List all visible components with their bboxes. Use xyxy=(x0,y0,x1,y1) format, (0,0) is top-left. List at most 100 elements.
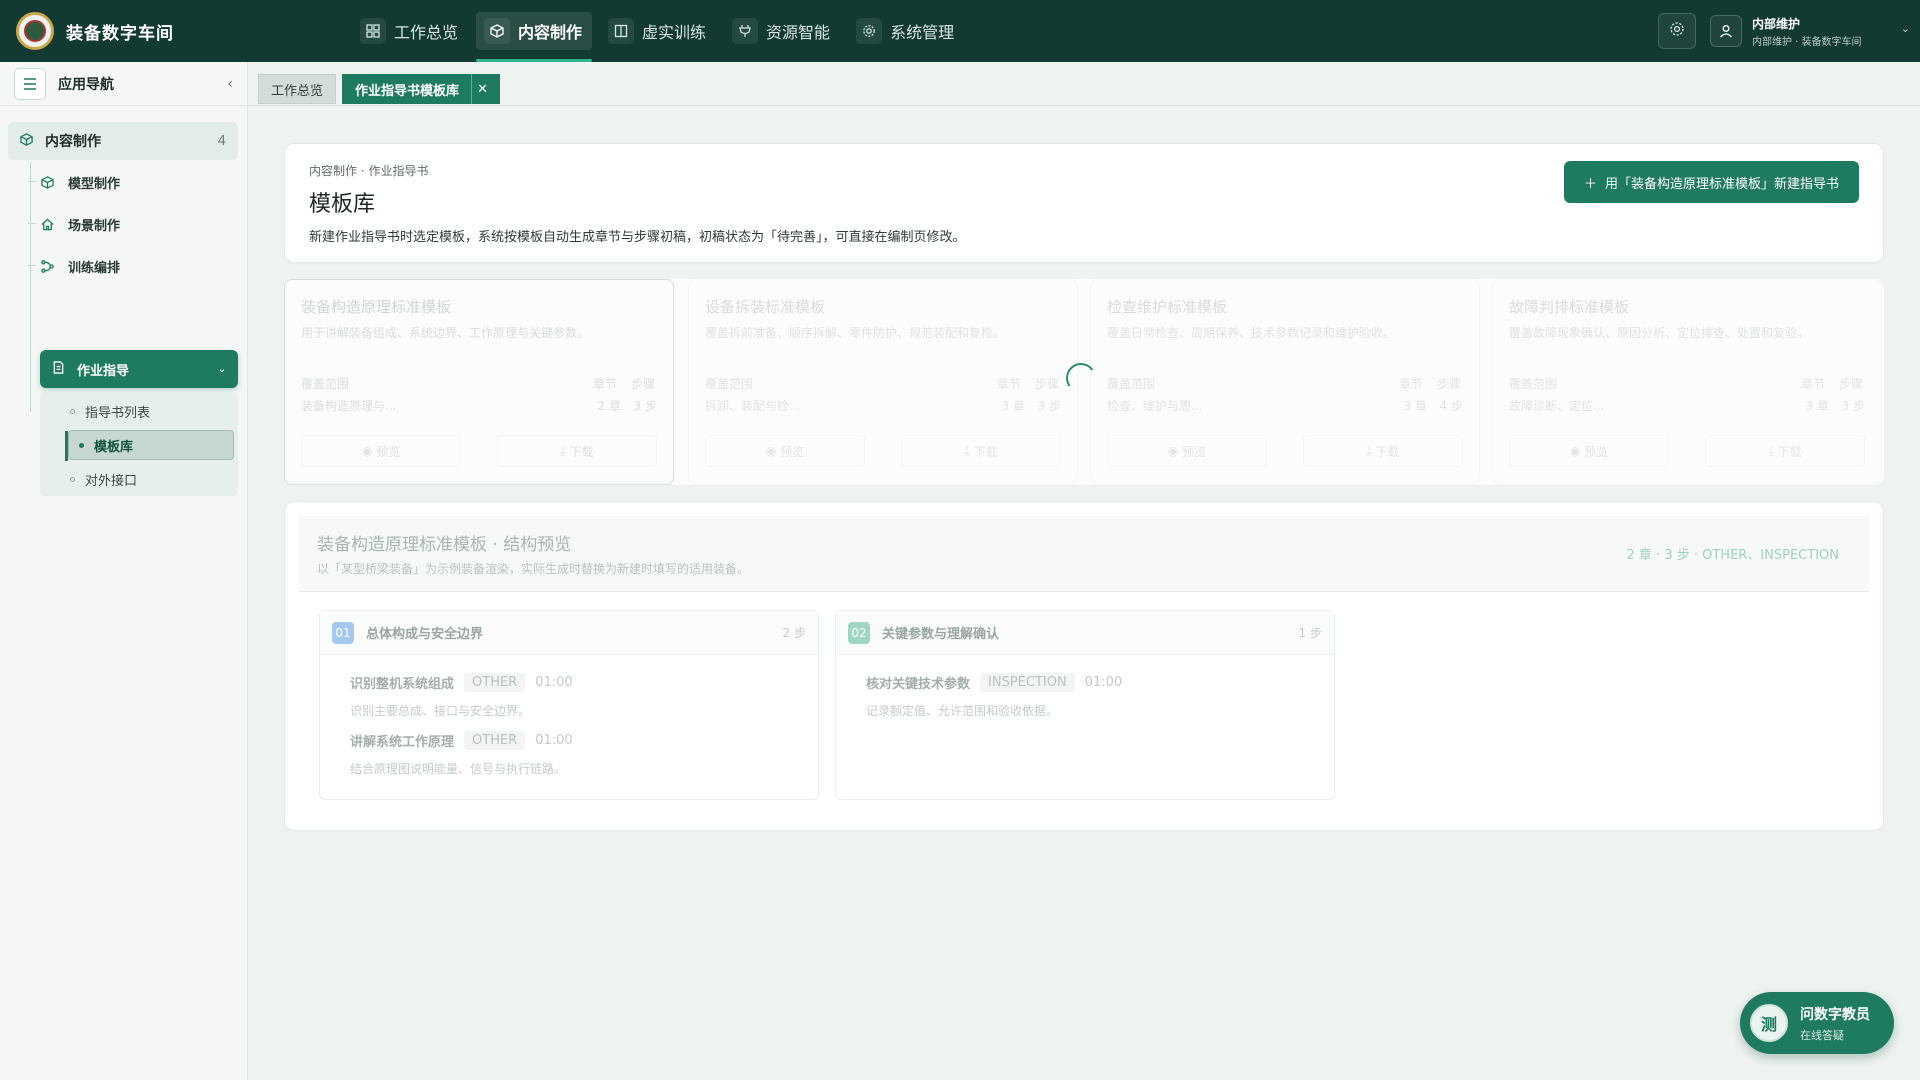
close-icon[interactable]: ✕ xyxy=(471,74,493,104)
template-card[interactable]: 装备构造原理标准模板 用于讲解装备组成、系统边界、工作原理与关键参数。 覆盖范围… xyxy=(284,279,674,485)
template-title: 故障判排标准模板 xyxy=(1509,298,1630,316)
download-icon: ⤓ xyxy=(1366,443,1376,458)
nav-item-content[interactable]: 内容制作 xyxy=(476,12,593,62)
tab-template-library[interactable]: 作业指导书模板库 ✕ xyxy=(342,74,501,104)
menu-icon xyxy=(24,77,36,90)
preview-button-label: 预览 xyxy=(1182,444,1207,459)
submenu-item-label: 对外接口 xyxy=(85,473,138,489)
user-menu[interactable]: 内部维护 内部维护 · 装备数字车间 ⌄ xyxy=(1710,12,1910,50)
preview-button[interactable]: ◉ 预览 xyxy=(301,435,461,467)
sidebar-item-label: 作业指导 xyxy=(77,363,130,379)
template-card[interactable]: 设备拆装标准模板 覆盖拆前准备、顺序拆解、零件防护、规范装配和复检。 覆盖范围 … xyxy=(688,279,1078,485)
eye-icon: ◉ xyxy=(361,444,377,458)
dashboard-icon xyxy=(360,18,386,44)
template-scope-label: 覆盖范围 xyxy=(1107,377,1156,391)
template-desc: 覆盖日常检查、周期保养、技术参数记录和维护验收。 xyxy=(1107,326,1396,340)
bullet-icon xyxy=(70,476,75,482)
template-chapters: 3 章 xyxy=(1805,399,1829,413)
preview-button-label: 预览 xyxy=(780,444,805,459)
template-scope: 故障诊断、定位... xyxy=(1509,399,1605,413)
cube-icon xyxy=(484,18,511,44)
template-chapter-label: 章节 xyxy=(592,377,617,391)
download-icon: ⤓ xyxy=(964,443,974,458)
template-step-label: 步骤 xyxy=(630,377,655,391)
template-scope: 装备构造原理与... xyxy=(301,399,397,413)
sidebar-group-content[interactable]: 内容制作 4 xyxy=(8,122,238,160)
page-title: 模板库 xyxy=(309,192,376,217)
chapter-step-count: 1 步 xyxy=(1298,626,1322,640)
download-button-label: 下载 xyxy=(569,444,594,459)
template-desc: 用于讲解装备组成、系统边界、工作原理与关键参数。 xyxy=(301,326,590,340)
home-icon xyxy=(40,217,54,231)
download-button[interactable]: ⤓ 下载 xyxy=(901,435,1061,467)
nav-label: 系统管理 xyxy=(890,23,955,42)
preview-button[interactable]: ◉ 预览 xyxy=(1107,435,1267,467)
nav-label: 虚实训练 xyxy=(642,23,707,42)
step-type-badge: INSPECTION xyxy=(980,673,1075,692)
nav-item-system[interactable]: 系统管理 xyxy=(848,12,964,50)
sidebar-header: 应用导航 ‹ xyxy=(0,62,247,106)
download-icon: ⤓ xyxy=(1768,443,1778,458)
sidebar-item-training[interactable]: 训练编排 xyxy=(27,250,120,282)
nav-label: 内容制作 xyxy=(518,23,583,42)
submenu-item-guide-list[interactable]: 指导书列表 xyxy=(40,396,238,426)
assistant-name: 问数字教员 xyxy=(1800,1006,1870,1023)
chapter-step-count: 2 步 xyxy=(782,626,806,640)
page-description: 新建作业指导书时选定模板，系统按模板自动生成章节与步骤初稿，初稿状态为「待完善」… xyxy=(309,230,966,245)
assistant-button[interactable]: 测 问数字教员 在线答疑 xyxy=(1740,992,1894,1054)
user-subtitle: 内部维护 · 装备数字车间 xyxy=(1752,36,1862,48)
breadcrumb: 内容制作 · 作业指导书 xyxy=(309,164,429,178)
download-button-label: 下载 xyxy=(1375,444,1400,459)
sidebar-item-work-guide[interactable]: 作业指导 ⌄ xyxy=(40,350,238,388)
app-title: 装备数字车间 xyxy=(66,24,174,44)
download-button[interactable]: ⤓ 下载 xyxy=(497,435,657,467)
menu-button[interactable] xyxy=(14,67,46,100)
download-button[interactable]: ⤓ 下载 xyxy=(1705,435,1865,467)
plus-icon: ＋ xyxy=(1583,176,1597,192)
step-type-badge: OTHER xyxy=(464,731,526,750)
new-guide-button[interactable]: ＋ 用「装备构造原理标准模板」新建指导书 xyxy=(1563,161,1859,203)
tab-overview[interactable]: 工作总览 xyxy=(258,74,337,104)
preview-button[interactable]: ◉ 预览 xyxy=(705,435,865,467)
step-name: 核对关键技术参数 xyxy=(866,677,971,692)
step-time: 01:00 xyxy=(1084,675,1123,690)
template-title: 设备拆装标准模板 xyxy=(705,298,826,316)
template-scope: 拆卸、装配与检... xyxy=(705,399,801,413)
chapter-card: 02 关键参数与理解确认 1 步 核对关键技术参数 INSPECTION 01:… xyxy=(835,610,1335,800)
sidebar-title: 应用导航 xyxy=(58,76,114,93)
submenu-item-external-api[interactable]: 对外接口 xyxy=(40,464,238,494)
structure-preview-card: 装备构造原理标准模板 · 结构预览 以「某型桥梁装备」为示例装备渲染，实际生成时… xyxy=(284,501,1884,831)
cube-icon xyxy=(20,132,33,150)
sidebar-item-model[interactable]: 模型制作 xyxy=(27,166,121,198)
settings-button[interactable] xyxy=(1658,13,1696,49)
new-guide-button-label: 用「装备构造原理标准模板」新建指导书 xyxy=(1604,176,1839,192)
template-card[interactable]: 故障判排标准模板 覆盖故障现象确认、原因分析、定位排查、处置和复验。 覆盖范围 … xyxy=(1492,279,1882,485)
chapter-card: 01 总体构成与安全边界 2 步 识别整机系统组成 OTHER 01:00 识别… xyxy=(319,610,819,800)
tree-line xyxy=(30,162,31,412)
nav-item-overview[interactable]: 工作总览 xyxy=(352,12,468,50)
step-name: 识别整机系统组成 xyxy=(350,677,455,692)
template-chapter-label: 章节 xyxy=(996,377,1021,391)
collapse-sidebar-icon[interactable]: ‹ xyxy=(227,76,233,92)
nav-item-resources[interactable]: 资源智能 xyxy=(724,12,840,50)
step-item: 核对关键技术参数 INSPECTION 01:00 记录额定值、允许范围和验收依… xyxy=(866,673,1122,719)
template-step-label: 步骤 xyxy=(1436,377,1461,391)
submenu-item-label: 指导书列表 xyxy=(85,405,151,421)
bullet-icon xyxy=(79,442,84,448)
nav-label: 资源智能 xyxy=(766,23,831,42)
template-steps: 3 步 xyxy=(1037,399,1061,413)
preview-button[interactable]: ◉ 预览 xyxy=(1509,435,1669,467)
template-card[interactable]: 检查维护标准模板 覆盖日常检查、周期保养、技术参数记录和维护验收。 覆盖范围 检… xyxy=(1090,279,1480,485)
doc-icon xyxy=(52,360,65,378)
submenu-item-template-library[interactable]: 模板库 xyxy=(65,430,234,461)
template-steps: 3 步 xyxy=(633,399,657,413)
preview-subtitle: 以「某型桥梁装备」为示例装备渲染，实际生成时替换为新建时填写的适用装备。 xyxy=(317,562,750,576)
preview-button-label: 预览 xyxy=(376,444,401,459)
download-button[interactable]: ⤓ 下载 xyxy=(1303,435,1463,467)
preview-meta: 2 章 · 3 步 · OTHER、INSPECTION xyxy=(1626,548,1839,563)
sidebar-item-label: 模型制作 xyxy=(68,176,121,192)
book-icon xyxy=(608,18,635,44)
chevron-down-icon: ⌄ xyxy=(217,363,226,375)
nav-item-training[interactable]: 虚实训练 xyxy=(600,12,716,50)
sidebar-item-scene[interactable]: 场景制作 xyxy=(27,208,120,240)
